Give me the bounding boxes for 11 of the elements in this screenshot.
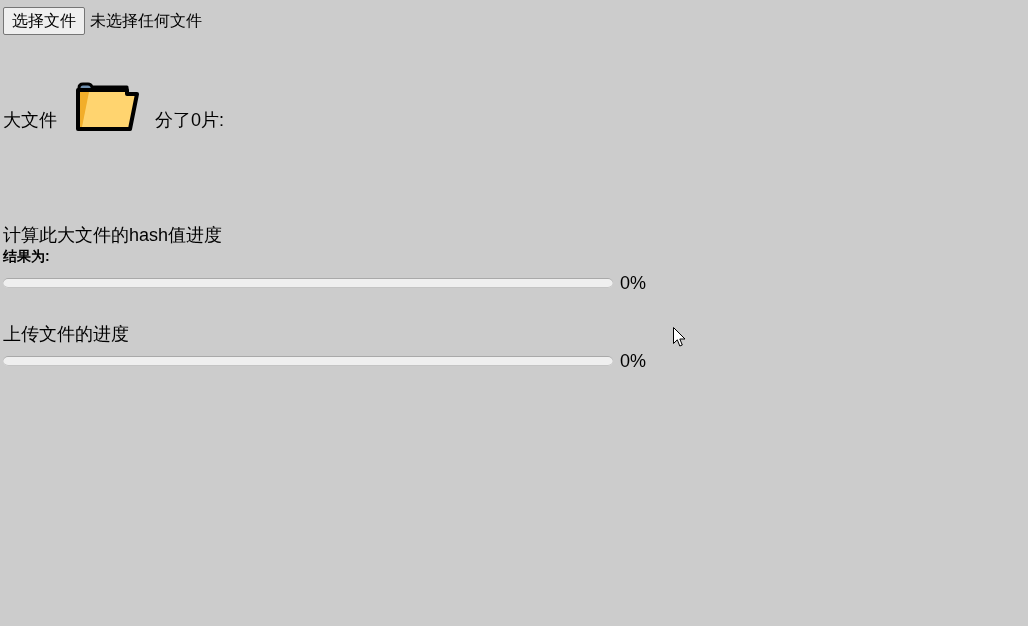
upload-progress-title: 上传文件的进度 [3, 323, 129, 346]
big-file-label: 大文件 [3, 109, 57, 131]
file-status-text: 未选择任何文件 [90, 11, 202, 31]
chunk-count-text: 分了0片: [155, 109, 224, 131]
hash-result-label: 结果为: [3, 247, 50, 265]
choose-file-button[interactable]: 选择文件 [3, 7, 85, 35]
hash-progress-title: 计算此大文件的hash值进度 [3, 224, 223, 247]
hash-progress-percent: 0% [620, 272, 646, 294]
upload-progress-percent: 0% [620, 350, 646, 372]
mouse-cursor-icon [673, 327, 686, 347]
folder-icon [75, 82, 139, 131]
